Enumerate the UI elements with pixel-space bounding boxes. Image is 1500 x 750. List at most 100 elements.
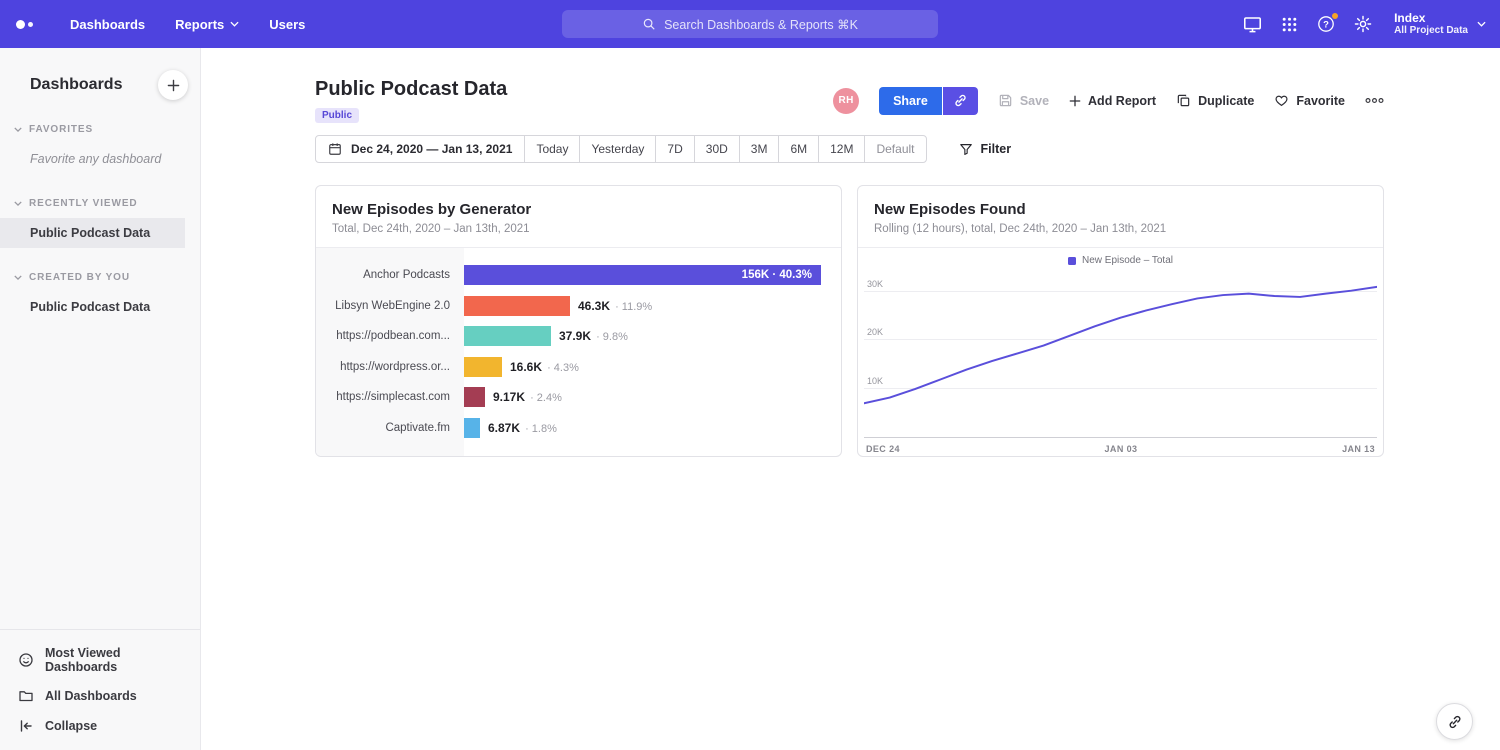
bar-track: 37.9K · 9.8% <box>464 321 841 352</box>
share-link-button[interactable] <box>943 87 978 115</box>
bar-value-label: 9.17K · 2.4% <box>493 390 562 404</box>
line-plot: 10K20K30K <box>864 271 1377 438</box>
save-icon <box>998 93 1013 108</box>
bar-segment[interactable] <box>464 326 551 346</box>
bar-category-label: Libsyn WebEngine 2.0 <box>316 300 464 312</box>
chevron-down-icon <box>14 201 22 206</box>
more-dots-icon <box>1365 97 1384 104</box>
bar-row: https://simplecast.com 9.17K · 2.4% <box>316 382 841 413</box>
top-navbar: Dashboards Reports Users Search Dashboar… <box>0 0 1500 48</box>
share-button[interactable]: Share <box>879 87 942 115</box>
mixpanel-logo[interactable] <box>16 20 40 29</box>
nav-left: Dashboards Reports Users <box>0 17 305 32</box>
visibility-badge: Public <box>315 108 359 123</box>
bar-row: Libsyn WebEngine 2.0 46.3K · 11.9% <box>316 291 841 322</box>
collapse-icon <box>18 718 34 734</box>
chevron-down-icon <box>14 275 22 280</box>
date-range-picker[interactable]: Dec 24, 2020 — Jan 13, 2021 <box>316 136 524 162</box>
report-card-new-episodes-by-generator[interactable]: New Episodes by Generator Total, Dec 24t… <box>315 185 842 457</box>
add-report-button[interactable]: Add Report <box>1069 94 1156 108</box>
monitor-icon[interactable] <box>1243 15 1262 34</box>
section-label[interactable]: RECENTLY VIEWED <box>0 198 200 209</box>
line-series[interactable] <box>864 287 1377 403</box>
report-card-new-episodes-found[interactable]: New Episodes Found Rolling (12 hours), t… <box>857 185 1384 457</box>
sidebar: Dashboards FAVORITES Favorite any dashbo… <box>0 48 201 750</box>
bar-value-label: 37.9K · 9.8% <box>559 329 628 343</box>
bar-segment[interactable] <box>464 296 570 316</box>
sidebar-item-public-podcast-data[interactable]: Public Podcast Data <box>0 218 185 248</box>
preset-6m[interactable]: 6M <box>778 136 818 162</box>
preset-yesterday[interactable]: Yesterday <box>579 136 655 162</box>
nav-item-users[interactable]: Users <box>269 17 305 32</box>
bar-segment[interactable] <box>464 418 480 438</box>
project-subtitle: All Project Data <box>1394 25 1468 37</box>
search-icon <box>642 17 656 31</box>
help-icon[interactable]: ? <box>1317 15 1335 33</box>
preset-30d[interactable]: 30D <box>694 136 739 162</box>
bar-value-label: 156K · 40.3% <box>742 269 821 281</box>
bar-track: 6.87K · 1.8% <box>464 413 841 444</box>
bar-segment[interactable] <box>464 357 502 377</box>
notification-dot <box>1332 13 1338 19</box>
search-input[interactable]: Search Dashboards & Reports ⌘K <box>562 10 938 38</box>
x-axis-ticks: DEC 24 JAN 03 JAN 13 <box>864 444 1377 454</box>
favorite-button[interactable]: Favorite <box>1274 93 1345 108</box>
nav-item-reports[interactable]: Reports <box>175 17 239 32</box>
report-cards: New Episodes by Generator Total, Dec 24t… <box>315 185 1384 457</box>
sidebar-section-recently-viewed: RECENTLY VIEWED Public Podcast Data <box>0 198 200 248</box>
sidebar-footer: Most Viewed Dashboards All Dashboards Co… <box>0 629 200 750</box>
bar-value-label: 16.6K · 4.3% <box>510 360 579 374</box>
add-dashboard-button[interactable] <box>158 70 188 100</box>
bar-track: 16.6K · 4.3% <box>464 352 841 383</box>
bar-value-label: 46.3K · 11.9% <box>578 299 652 313</box>
card-subtitle: Total, Dec 24th, 2020 – Jan 13th, 2021 <box>332 223 825 235</box>
copy-icon <box>1176 93 1191 108</box>
more-options-button[interactable] <box>1365 97 1384 104</box>
chevron-down-icon <box>1477 21 1486 27</box>
chevron-down-icon <box>14 127 22 132</box>
x-axis-tick: JAN 13 <box>1342 444 1375 454</box>
chart-legend: New Episode – Total <box>864 255 1377 266</box>
bar-category-label: https://wordpress.or... <box>316 361 464 373</box>
bar-track: 46.3K · 11.9% <box>464 291 841 322</box>
date-controls-row: Dec 24, 2020 — Jan 13, 2021 Today Yester… <box>315 135 1384 163</box>
section-label[interactable]: CREATED BY YOU <box>0 272 200 283</box>
all-dashboards-button[interactable]: All Dashboards <box>0 681 200 711</box>
line-chart: New Episode – Total 10K20K30K DEC 24 JAN… <box>858 248 1383 456</box>
copy-link-floating-button[interactable] <box>1436 703 1473 740</box>
preset-today[interactable]: Today <box>524 136 579 162</box>
section-label[interactable]: FAVORITES <box>0 124 200 135</box>
card-title: New Episodes Found <box>874 201 1367 218</box>
sidebar-item-public-podcast-data[interactable]: Public Podcast Data <box>0 292 200 322</box>
bar-category-label: https://simplecast.com <box>316 391 464 403</box>
calendar-icon <box>328 142 342 156</box>
bar-row: https://podbean.com...37.9K · 9.8% <box>316 321 841 352</box>
bar-segment[interactable]: 156K · 40.3% <box>464 265 821 285</box>
legend-swatch <box>1068 257 1076 265</box>
avatar[interactable]: RH <box>833 88 859 114</box>
most-viewed-icon <box>18 652 34 668</box>
most-viewed-dashboards-button[interactable]: Most Viewed Dashboards <box>0 639 200 681</box>
favorites-placeholder: Favorite any dashboard <box>0 144 200 174</box>
preset-3m[interactable]: 3M <box>739 136 779 162</box>
bar-category-label: Captivate.fm <box>316 422 464 434</box>
legend-label: New Episode – Total <box>1082 255 1173 266</box>
link-icon <box>1447 714 1463 730</box>
project-switcher[interactable]: Index All Project Data <box>1394 11 1486 37</box>
filter-button[interactable]: Filter <box>953 141 1018 157</box>
preset-default[interactable]: Default <box>864 136 925 162</box>
settings-gear-icon[interactable] <box>1354 15 1372 33</box>
bar-segment[interactable] <box>464 387 485 407</box>
line-series-svg <box>864 271 1377 437</box>
save-button[interactable]: Save <box>998 93 1049 108</box>
nav-item-dashboards[interactable]: Dashboards <box>70 17 145 32</box>
preset-12m[interactable]: 12M <box>818 136 864 162</box>
apps-grid-icon[interactable] <box>1281 16 1298 33</box>
preset-7d[interactable]: 7D <box>655 136 693 162</box>
sidebar-section-created-by-you: CREATED BY YOU Public Podcast Data <box>0 272 200 322</box>
duplicate-button[interactable]: Duplicate <box>1176 93 1254 108</box>
date-range-group: Dec 24, 2020 — Jan 13, 2021 Today Yester… <box>315 135 927 163</box>
page-title: Public Podcast Data <box>315 78 507 101</box>
collapse-sidebar-button[interactable]: Collapse <box>0 711 200 741</box>
plus-icon <box>1069 95 1081 107</box>
